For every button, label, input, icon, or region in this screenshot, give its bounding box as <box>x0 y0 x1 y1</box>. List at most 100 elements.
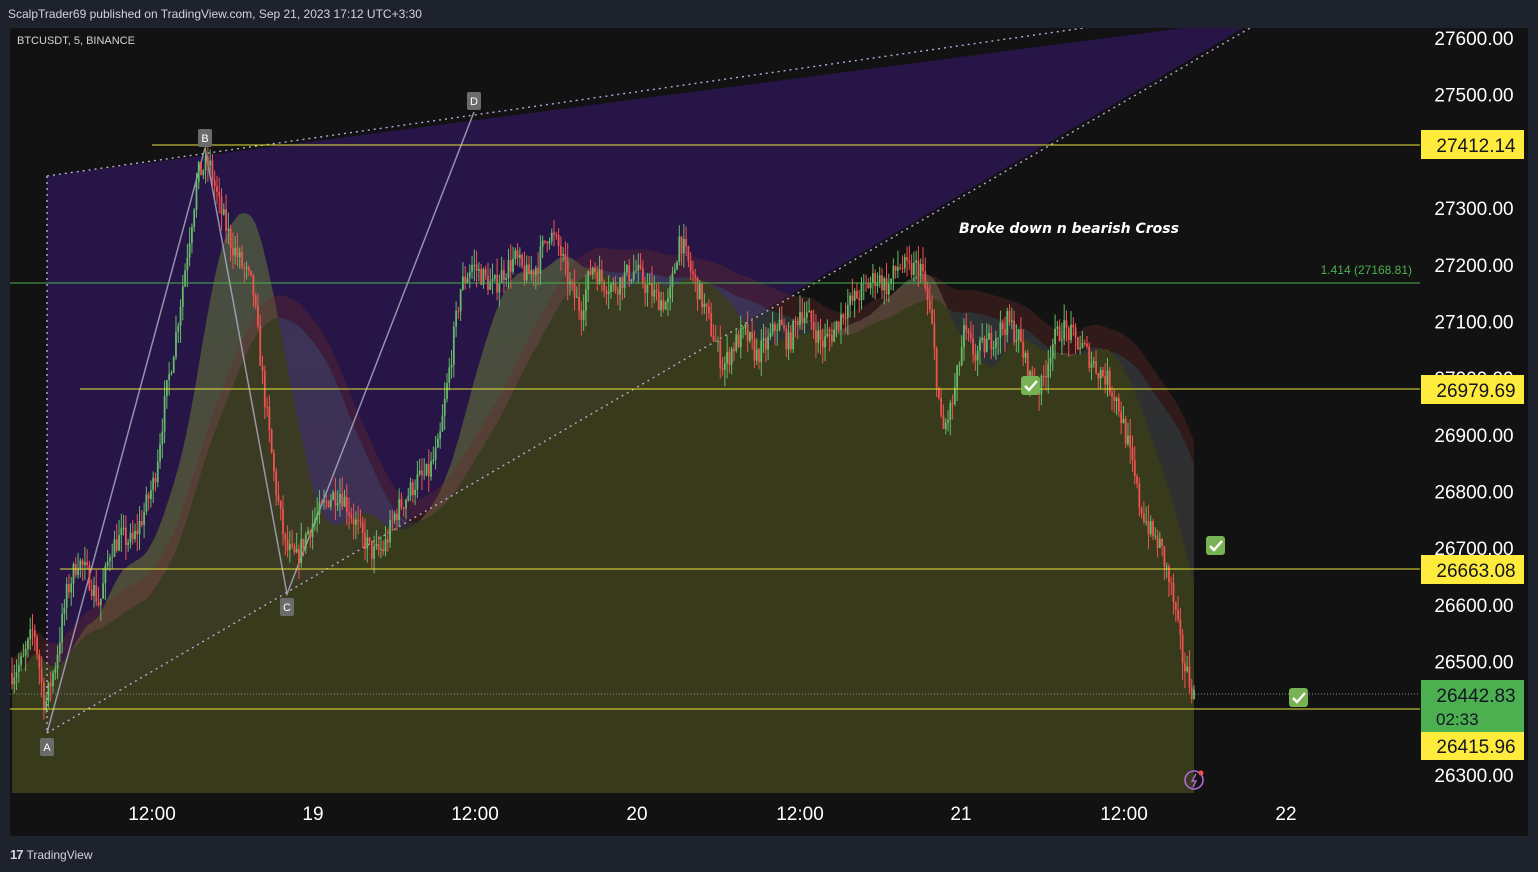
candle-body <box>1074 327 1077 338</box>
candle-body <box>398 499 401 521</box>
candle-body <box>917 260 920 276</box>
candle-body <box>1001 322 1004 330</box>
candle-body <box>799 312 801 325</box>
candle-body <box>764 338 767 350</box>
candle-body <box>380 549 382 551</box>
candle-body <box>858 298 861 301</box>
candle-body <box>282 508 284 535</box>
candle-body <box>682 238 685 254</box>
y-tick-label: 27200.00 <box>1434 256 1513 277</box>
candle-body <box>960 347 963 365</box>
level-badge-26979-text: 26979.69 <box>1436 381 1515 402</box>
candle-body <box>27 639 29 649</box>
candle-body <box>475 264 478 271</box>
candle-body <box>737 334 740 348</box>
candle-body <box>512 258 514 272</box>
candle-body <box>252 274 255 296</box>
candle-body <box>273 452 275 472</box>
candle-body <box>853 290 856 301</box>
candle-body <box>534 267 537 276</box>
candle-body <box>928 299 931 310</box>
candle-body <box>184 270 186 287</box>
candle-body <box>382 549 385 552</box>
candle-body <box>496 275 498 293</box>
candle-body <box>1158 539 1161 548</box>
y-tick-label: 26600.00 <box>1434 596 1513 617</box>
candle-body <box>418 470 421 475</box>
candle-body <box>710 313 713 336</box>
candle-body <box>1183 663 1186 672</box>
candle-body <box>1086 343 1088 347</box>
candle-body <box>446 382 448 399</box>
candle-body <box>259 325 262 366</box>
candle-body <box>746 324 749 341</box>
level-badge-26663: 26663.08 <box>1421 555 1524 584</box>
candle-body <box>808 310 811 313</box>
level-badge-26415-text: 26415.96 <box>1436 737 1515 758</box>
candle-body <box>988 332 990 340</box>
candle-body <box>115 539 118 551</box>
candle-body <box>188 242 191 258</box>
candle-body <box>589 271 592 275</box>
candle-body <box>530 270 533 274</box>
candle-body <box>851 295 854 301</box>
candle-body <box>712 335 715 341</box>
candle-body <box>31 629 34 631</box>
candle-body <box>803 317 806 323</box>
candle-body <box>434 447 437 460</box>
candle-body <box>1122 418 1125 423</box>
candle-body <box>229 228 232 248</box>
candle-body <box>544 240 546 242</box>
candle-body <box>266 406 268 408</box>
candle-body <box>566 259 569 285</box>
candle-body <box>124 527 127 545</box>
candle-body <box>844 317 847 319</box>
candle-body <box>13 677 16 685</box>
candle-body <box>557 235 560 246</box>
candle-body <box>525 264 528 281</box>
candle-body <box>755 349 758 361</box>
candle-body <box>919 263 922 276</box>
candle-body <box>605 290 608 294</box>
candle-body <box>1015 340 1018 342</box>
candle-body <box>245 267 248 269</box>
level-badge-26663-text: 26663.08 <box>1436 561 1515 582</box>
candle-body <box>1172 582 1175 603</box>
price-chart[interactable]: 1.414 (27168.81) Broke down n bearish Cr… <box>0 0 1538 872</box>
candle-body <box>341 493 344 507</box>
candle-body <box>1056 326 1059 329</box>
candle-body <box>168 374 171 381</box>
candle-body <box>452 326 455 365</box>
candle-body <box>156 461 159 483</box>
candle-body <box>254 295 257 306</box>
candle-body <box>200 162 202 176</box>
candle-body <box>211 160 214 181</box>
candle-body <box>890 278 892 283</box>
candle-body <box>630 279 633 282</box>
candle-body <box>206 156 209 166</box>
candle-body <box>204 156 207 171</box>
candle-body <box>270 429 273 453</box>
candle-body <box>373 546 376 559</box>
tradingview-logo[interactable]: 17 TradingView <box>10 847 93 862</box>
x-tick-label: 12:00 <box>1100 804 1148 825</box>
candle-body <box>391 519 394 521</box>
candle-body <box>1045 376 1047 378</box>
candle-body <box>97 602 100 606</box>
candle-body <box>33 630 36 637</box>
candle-body <box>491 279 494 282</box>
candle-body <box>1092 361 1095 364</box>
candle-body <box>616 290 619 295</box>
candle-body <box>708 306 710 314</box>
y-tick-label: 26500.00 <box>1434 653 1513 674</box>
candle-body <box>582 310 585 320</box>
candle-body <box>1020 329 1022 343</box>
candle-body <box>1083 343 1086 345</box>
candle-body <box>744 324 747 328</box>
candle-body <box>723 363 726 370</box>
candle-body <box>77 569 79 576</box>
candle-body <box>1170 581 1173 583</box>
candle-body <box>689 261 692 272</box>
candle-body <box>810 310 813 322</box>
time-axis[interactable]: 12:00 19 12:00 20 12:00 21 12:00 22 <box>128 804 1296 825</box>
